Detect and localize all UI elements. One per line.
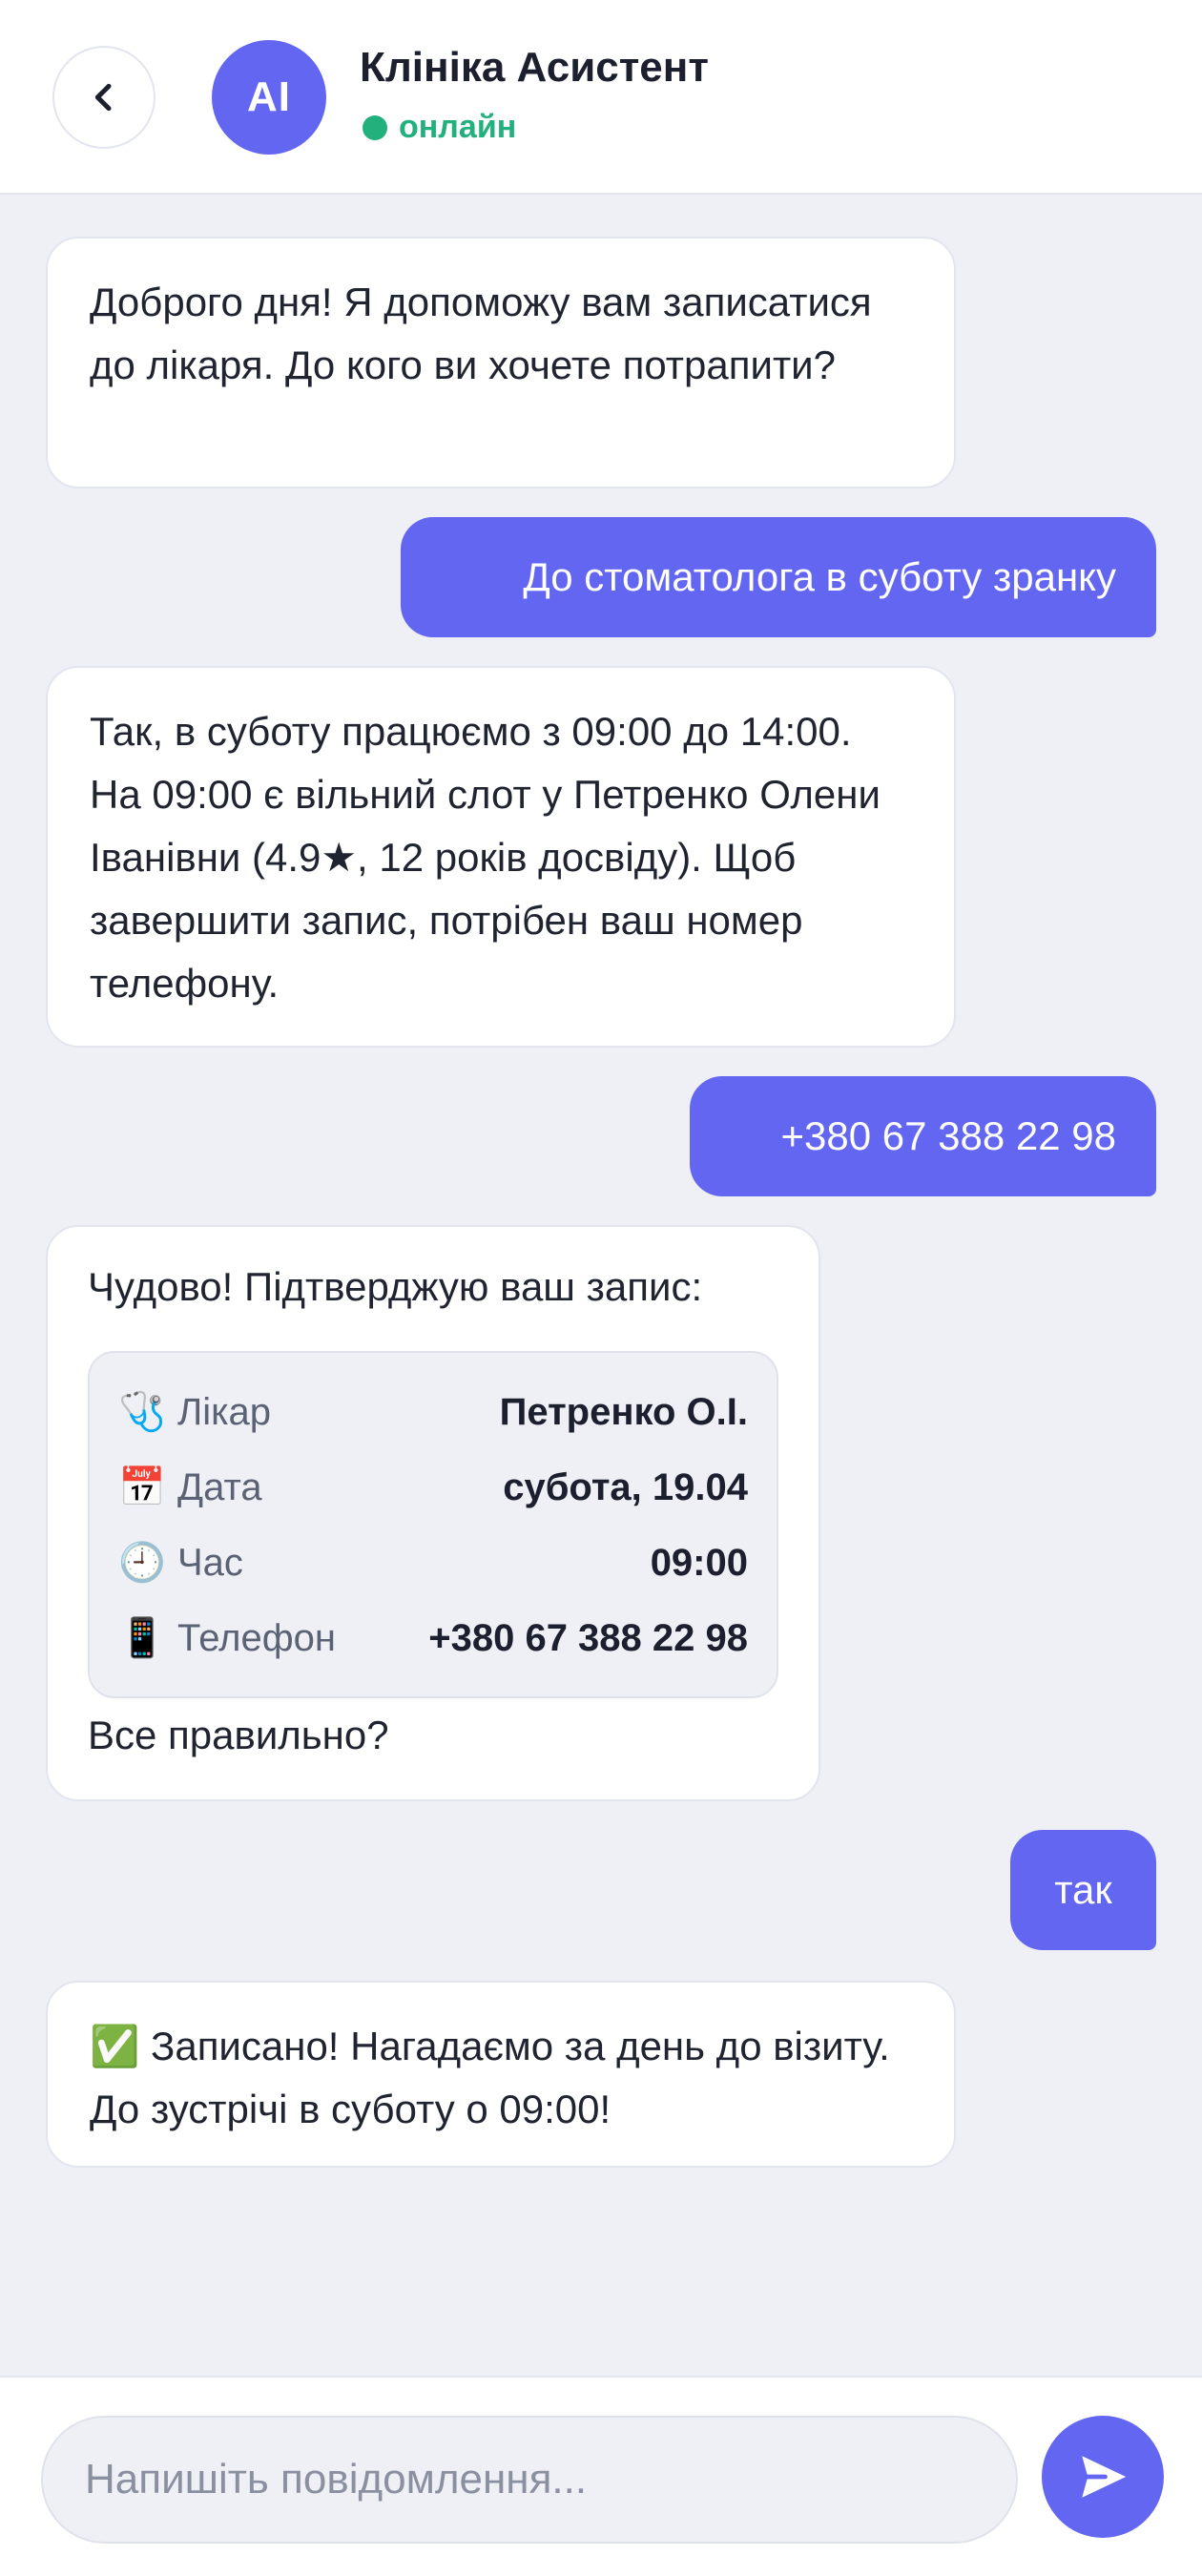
online-status: онлайн bbox=[363, 109, 516, 146]
confirmation-intro: Чудово! Підтверджую ваш запис: bbox=[88, 1264, 703, 1309]
calendar-icon: 📅 bbox=[118, 1465, 166, 1508]
row-label: Лікар bbox=[177, 1390, 272, 1433]
row-value: 09:00 bbox=[650, 1541, 748, 1584]
appointment-row-doctor: 🩺 Лікар Петренко О.І. bbox=[118, 1374, 748, 1449]
user-message: До стоматолога в суботу зранку bbox=[401, 517, 1156, 637]
bot-message: Так, в суботу працюємо з 09:00 до 14:00.… bbox=[46, 666, 956, 1048]
row-value: +380 67 388 22 98 bbox=[428, 1616, 748, 1659]
user-message-text: +380 67 388 22 98 bbox=[780, 1113, 1116, 1158]
message-input[interactable] bbox=[41, 2416, 1018, 2544]
row-value: Петренко О.І. bbox=[499, 1390, 748, 1433]
bot-message: ✅ Записано! Нагадаємо за день до візиту.… bbox=[46, 1981, 956, 2168]
appointment-card: 🩺 Лікар Петренко О.І. 📅 Дата субота, 19.… bbox=[88, 1351, 778, 1698]
status-dot-icon bbox=[363, 114, 387, 140]
row-value: субота, 19.04 bbox=[503, 1465, 748, 1508]
chevron-left-icon bbox=[94, 83, 112, 112]
send-button[interactable] bbox=[1042, 2416, 1164, 2538]
send-icon bbox=[1082, 2456, 1127, 2498]
bot-message-confirmation: Чудово! Підтверджую ваш запис: 🩺 Лікар П… bbox=[46, 1225, 820, 1801]
user-message: +380 67 388 22 98 bbox=[690, 1076, 1156, 1196]
user-message-text: так bbox=[1054, 1867, 1112, 1912]
user-message-text: До стоматолога в суботу зранку bbox=[523, 554, 1116, 599]
bot-message: Доброго дня! Я допоможу вам записатися д… bbox=[46, 237, 956, 488]
back-button[interactable] bbox=[52, 46, 155, 149]
clock-icon: 🕘 bbox=[118, 1541, 166, 1584]
appointment-row-time: 🕘 Час 09:00 bbox=[118, 1525, 748, 1600]
appointment-row-phone: 📱 Телефон +380 67 388 22 98 bbox=[118, 1600, 748, 1675]
chat-app: AI Клініка Асистент онлайн Доброго дня! … bbox=[0, 0, 1202, 2576]
appointment-row-date: 📅 Дата субота, 19.04 bbox=[118, 1449, 748, 1525]
confirmation-question: Все правильно? bbox=[88, 1713, 389, 1757]
row-label: Телефон bbox=[177, 1616, 336, 1659]
status-text: онлайн bbox=[399, 109, 517, 145]
row-label: Дата bbox=[177, 1465, 262, 1508]
phone-icon: 📱 bbox=[118, 1616, 166, 1659]
user-message: так bbox=[1010, 1830, 1156, 1950]
chat-title: Клініка Асистент bbox=[360, 44, 709, 91]
stethoscope-icon: 🩺 bbox=[118, 1390, 166, 1433]
row-label: Час bbox=[177, 1541, 243, 1584]
chat-header: AI Клініка Асистент онлайн bbox=[0, 0, 1202, 195]
message-composer bbox=[0, 2376, 1202, 2576]
avatar: AI bbox=[212, 40, 326, 155]
